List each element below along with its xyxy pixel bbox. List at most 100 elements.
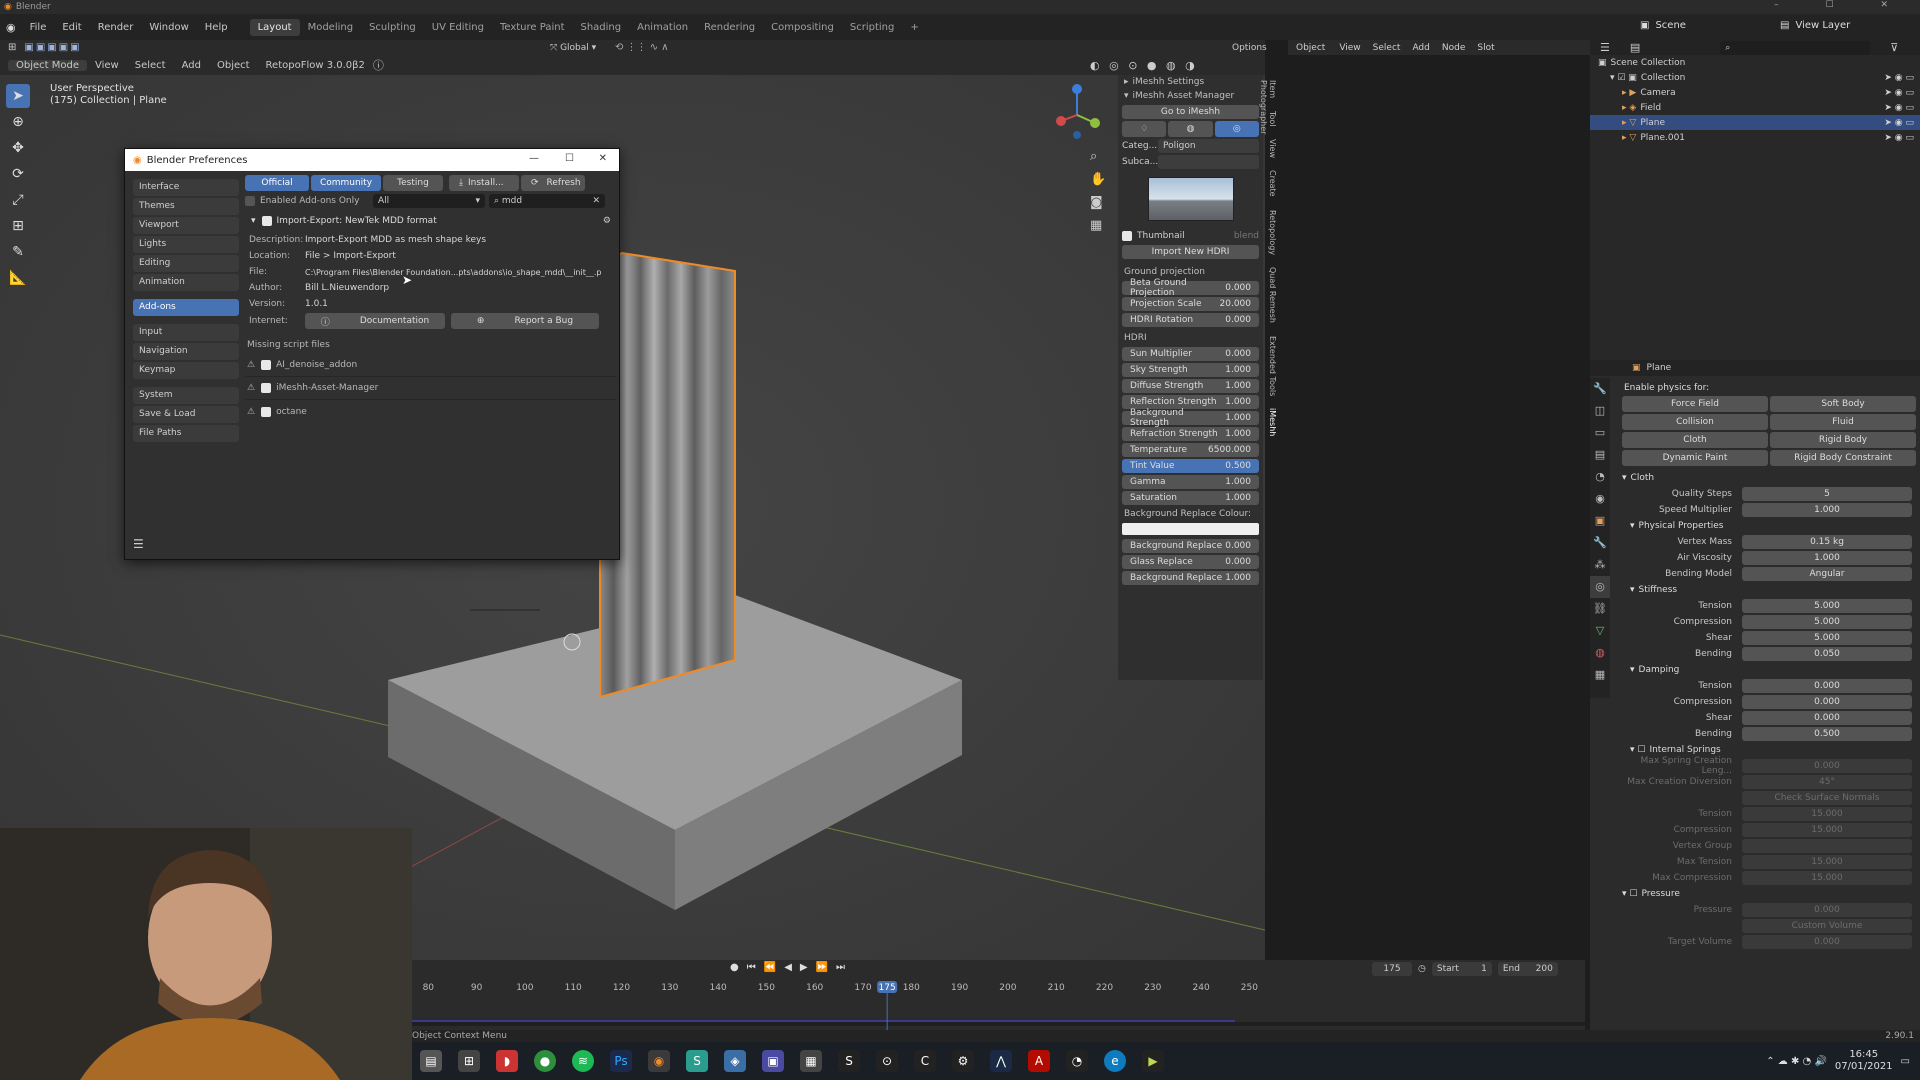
minimize-button[interactable]: — [529,153,539,164]
imeshh-slider[interactable]: Tint Value 0.500 [1122,459,1259,473]
missing-script-item[interactable]: ⚠ iMeshh-Asset-Manager [245,377,617,400]
outliner-row-plane-001[interactable]: ▸ ▽ Plane.001 ➤ ◉ ▭ [1590,130,1920,145]
edge-icon[interactable]: e [1104,1050,1126,1072]
sidebar-tab-create[interactable]: Create [1268,170,1277,197]
workspace-tab-modeling[interactable]: Modeling [300,19,362,36]
menu-node[interactable]: Node [1436,43,1472,53]
play-reverse-icon[interactable]: ◀ [784,962,792,973]
annotate-tool-icon[interactable]: ✎ [6,240,30,264]
property-field[interactable]: Check Surface Normals [1742,791,1912,805]
property-field[interactable]: 0.000 [1742,935,1912,949]
nav-editing[interactable]: Editing [133,255,239,272]
menu-window[interactable]: Window [141,22,196,33]
retopoflow-menu[interactable]: RetopoFlow 3.0.0β2 [258,60,373,71]
import-hdri-button[interactable]: Import New HDRI [1122,245,1259,259]
select-tool-icon[interactable]: ➤ [6,84,30,108]
addon-search-input[interactable]: ⌕ mdd ✕ [489,194,605,208]
imeshh-asset-header[interactable]: ▾ iMeshh Asset Manager [1118,89,1263,103]
display-mode-icon[interactable]: ▤ [1630,41,1640,54]
workspace-tab-uv-editing[interactable]: UV Editing [424,19,492,36]
outliner-type-icon[interactable]: ☰ [1600,41,1610,54]
start-frame-field[interactable]: Start 1 [1431,962,1492,976]
imeshh-slider[interactable]: Background Replace 0.000 [1122,539,1259,553]
navigation-gizmo[interactable] [1055,83,1105,143]
addon-enabled-checkbox[interactable] [261,216,272,226]
sidebar-tab-photographer[interactable]: Photographer [1259,80,1268,134]
visibility-icons[interactable]: ➤ ◉ ▭ [1884,73,1914,83]
bg-colour-swatch[interactable] [1122,523,1259,535]
imeshh-slider[interactable]: Background Replace 1.000 [1122,571,1259,585]
property-field[interactable]: 45° [1742,775,1912,789]
taskbar-app-icon[interactable]: ▦ [800,1050,822,1072]
blender-menu-icon[interactable]: ◉ [0,21,22,34]
texture-tab-icon[interactable]: ▦ [1590,664,1610,686]
menu-add[interactable]: Add [174,60,209,71]
property-field[interactable]: 5 [1742,487,1912,501]
expand-arrow-icon[interactable]: ▾ [251,216,256,226]
property-field[interactable]: 1.000 [1742,551,1912,565]
documentation-button[interactable]: ⓘ Documentation [305,313,445,329]
tab-community[interactable]: Community [311,175,381,191]
taskbar-app-icon[interactable]: ⋀ [990,1050,1012,1072]
hdri-type-icon[interactable]: ◎ [1214,121,1259,137]
cloth-section[interactable]: ▾ Cloth [1618,470,1920,486]
missing-checkbox[interactable] [261,360,272,370]
pan-hand-icon[interactable]: ✋ [1090,168,1106,191]
imeshh-slider[interactable]: Refraction Strength 1.000 [1122,427,1259,441]
missing-checkbox[interactable] [261,406,272,417]
physics-button[interactable]: Force Field [1622,396,1768,412]
end-frame-field[interactable]: End 200 [1497,962,1558,976]
taskbar-app-icon[interactable]: ◈ [724,1050,746,1072]
imeshh-slider[interactable]: Sky Strength 1.000 [1122,363,1259,377]
subcategory-dropdown[interactable] [1158,155,1259,169]
physical-section[interactable]: ▾ Physical Properties [1618,518,1920,534]
refresh-button[interactable]: ⟳ Refresh [521,175,585,191]
move-tool-icon[interactable]: ✥ [6,136,30,160]
enabled-only-checkbox[interactable]: Enabled Add-ons Only [245,196,369,206]
help-icon[interactable]: ⓘ [373,57,384,73]
jump-start-icon[interactable]: ⏮ [747,962,756,973]
play-icon[interactable]: ▶ [800,962,808,973]
current-frame-field[interactable]: 175 [1372,962,1412,976]
report-bug-button[interactable]: ⊕ Report a Bug [451,313,599,329]
menu-edit[interactable]: Edit [54,22,89,33]
asset-type-icon[interactable]: ♢ [1122,121,1167,137]
property-field[interactable]: 0.000 [1742,679,1912,693]
property-field[interactable]: 15.000 [1742,871,1912,885]
physics-button[interactable]: Collision [1622,414,1768,430]
menu-object[interactable]: Object [209,60,258,71]
sidebar-tab-extended-tools[interactable]: Extended Tools [1268,336,1277,396]
nav-lights[interactable]: Lights [133,236,239,253]
property-field[interactable]: Custom Volume [1742,919,1912,933]
outliner-row-plane[interactable]: ▸ ▽ Plane ➤ ◉ ▭ [1590,115,1920,130]
imeshh-slider[interactable]: Gamma 1.000 [1122,475,1259,489]
taskbar-app-icon[interactable]: ⚙ [952,1050,974,1072]
particles-tab-icon[interactable]: ⁂ [1590,554,1610,576]
property-field[interactable]: 5.000 [1742,631,1912,645]
scene-selector[interactable]: ▣ Scene [1640,20,1686,31]
object-tab-icon[interactable]: ▣ [1590,510,1610,532]
sidebar-tab-view[interactable]: View [1268,139,1277,158]
taskbar-app-icon[interactable]: ▤ [420,1050,442,1072]
transform-tool-icon[interactable]: ⊞ [6,214,30,238]
output-tab-icon[interactable]: ▭ [1590,422,1610,444]
pressure-section[interactable]: ▾ ☐ Pressure [1618,886,1920,902]
nav-input[interactable]: Input [133,324,239,341]
menu-add-2[interactable]: Add [1406,43,1435,53]
data-tab-icon[interactable]: ▽ [1590,620,1610,642]
workspace-tab-compositing[interactable]: Compositing [763,19,842,36]
transform-orientation[interactable]: ⤧ Global ▾ [550,43,596,53]
physics-button[interactable]: Rigid Body [1770,432,1916,448]
visibility-icons[interactable]: ➤ ◉ ▭ [1884,88,1914,98]
prev-key-icon[interactable]: ⏪ [764,962,776,973]
system-tray[interactable]: ⌃ ☁ ✱ ◔ 🔊 16:45 07/01/2021 ▭ [1766,1049,1920,1073]
imeshh-slider[interactable]: Background Strength 1.000 [1122,408,1259,428]
tab-testing[interactable]: Testing [383,175,443,191]
nav-file-paths[interactable]: File Paths [133,425,239,442]
photoshop-icon[interactable]: Ps [610,1050,632,1072]
missing-script-item[interactable]: ⚠ AI_denoise_addon [245,354,617,377]
workspace-tab-scripting[interactable]: Scripting [842,19,902,36]
tray-icons[interactable]: ⌃ ☁ ✱ ◔ 🔊 [1766,1056,1827,1067]
damping-section[interactable]: ▾ Damping [1618,662,1920,678]
tool-tab-icon[interactable]: 🔧 [1590,378,1610,400]
